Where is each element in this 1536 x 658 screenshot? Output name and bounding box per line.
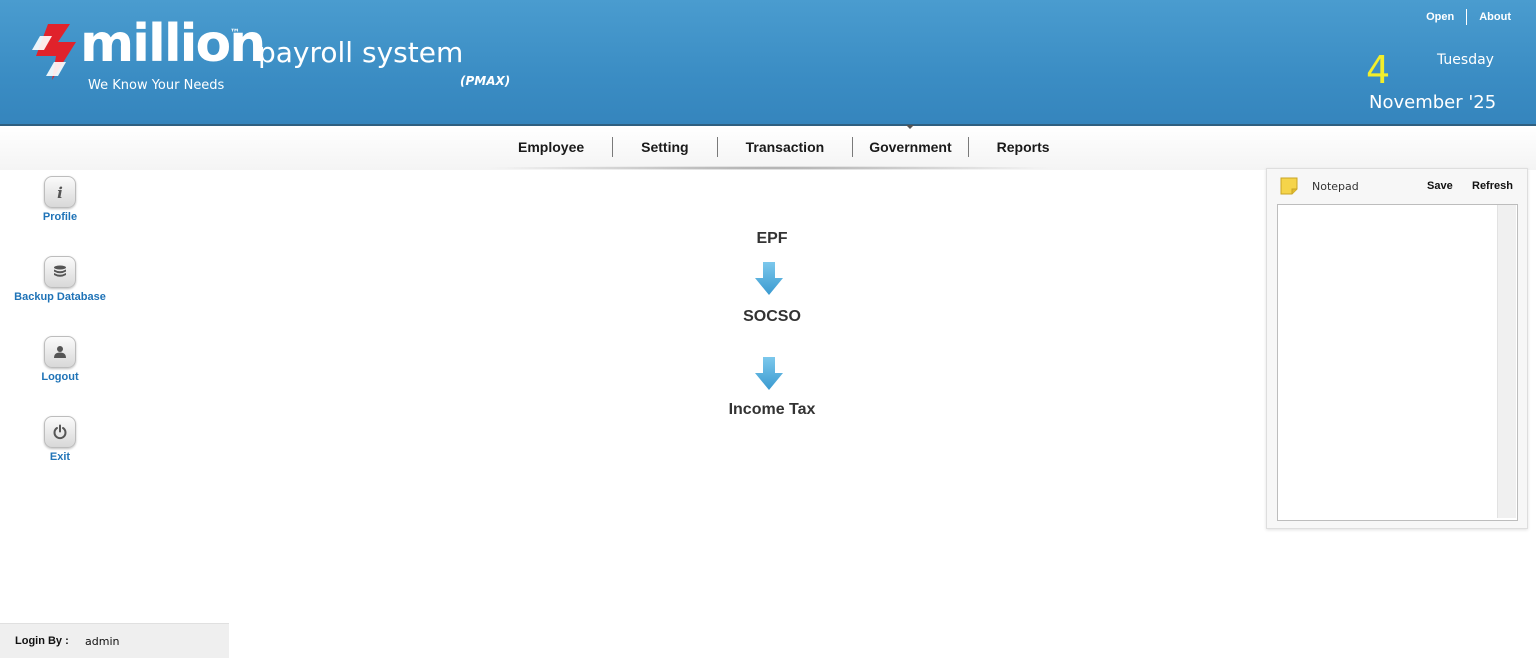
nav-shadow (480, 166, 1060, 170)
million-logo-icon (32, 24, 76, 80)
nav-setting[interactable]: Setting (613, 139, 716, 155)
sidebar-item-backup-database[interactable]: Backup Database (0, 256, 120, 303)
sidebar-label-profile: Profile (42, 211, 78, 223)
main-nav: Employee Setting Transaction Government … (490, 125, 1078, 158)
backup-database-button[interactable] (44, 256, 76, 288)
date-weekday: Tuesday (1437, 52, 1494, 68)
tagline: We Know Your Needs (88, 78, 225, 93)
sticky-note-icon (1280, 177, 1298, 195)
notepad-title: Notepad (1312, 180, 1359, 193)
nav-active-caret-icon (906, 125, 915, 129)
top-link-divider (1466, 9, 1468, 25)
sidebar-label-backup-database: Backup Database (14, 291, 106, 303)
app-title: payroll system (258, 36, 464, 69)
login-by-label: Login By : (15, 635, 69, 647)
logout-button[interactable] (44, 336, 76, 368)
login-status-bar: Login By : admin (0, 623, 229, 658)
nav-reports[interactable]: Reports (969, 139, 1078, 155)
date-day: 4 (1366, 48, 1391, 92)
about-link[interactable]: About (1479, 11, 1511, 23)
notepad-save-button[interactable]: Save (1427, 180, 1453, 192)
down-arrow-icon (755, 262, 783, 295)
nav-transaction[interactable]: Transaction (718, 139, 853, 155)
logo-trademark: ™ (230, 28, 240, 39)
top-links: Open About (1426, 9, 1511, 25)
sidebar-item-profile[interactable]: i Profile (0, 176, 120, 223)
flow-step-income-tax[interactable]: Income Tax (672, 401, 872, 419)
flow-step-epf[interactable]: EPF (672, 230, 872, 248)
date-month-year: November '25 (1369, 92, 1497, 113)
sidebar-label-exit: Exit (49, 451, 71, 463)
notepad-textarea[interactable] (1277, 204, 1518, 521)
notepad-panel: Notepad Save Refresh (1266, 168, 1528, 529)
flow-step-socso[interactable]: SOCSO (672, 308, 872, 326)
sidebar-item-exit[interactable]: Exit (0, 416, 120, 463)
user-icon (54, 346, 66, 358)
nav-government[interactable]: Government (853, 125, 967, 155)
notepad-scrollbar[interactable] (1497, 205, 1516, 518)
exit-button[interactable] (44, 416, 76, 448)
app-code: (PMAX) (460, 74, 511, 88)
database-icon (54, 265, 66, 277)
svg-text:i: i (57, 184, 63, 200)
logo-wordmark: million (80, 14, 266, 74)
main-nav-bar: Employee Setting Transaction Government … (0, 125, 1536, 170)
down-arrow-icon (755, 357, 783, 390)
nav-government-label: Government (869, 139, 952, 155)
app-header: million ™ We Know Your Needs payroll sys… (0, 0, 1536, 126)
sidebar-label-logout: Logout (41, 371, 79, 383)
login-username: admin (85, 635, 120, 648)
sidebar-item-logout[interactable]: Logout (0, 336, 120, 383)
nav-employee[interactable]: Employee (490, 139, 612, 155)
info-icon: i (57, 184, 63, 200)
open-link[interactable]: Open (1426, 11, 1454, 23)
profile-button[interactable]: i (44, 176, 76, 208)
notepad-refresh-button[interactable]: Refresh (1472, 180, 1513, 192)
power-icon (53, 424, 67, 440)
